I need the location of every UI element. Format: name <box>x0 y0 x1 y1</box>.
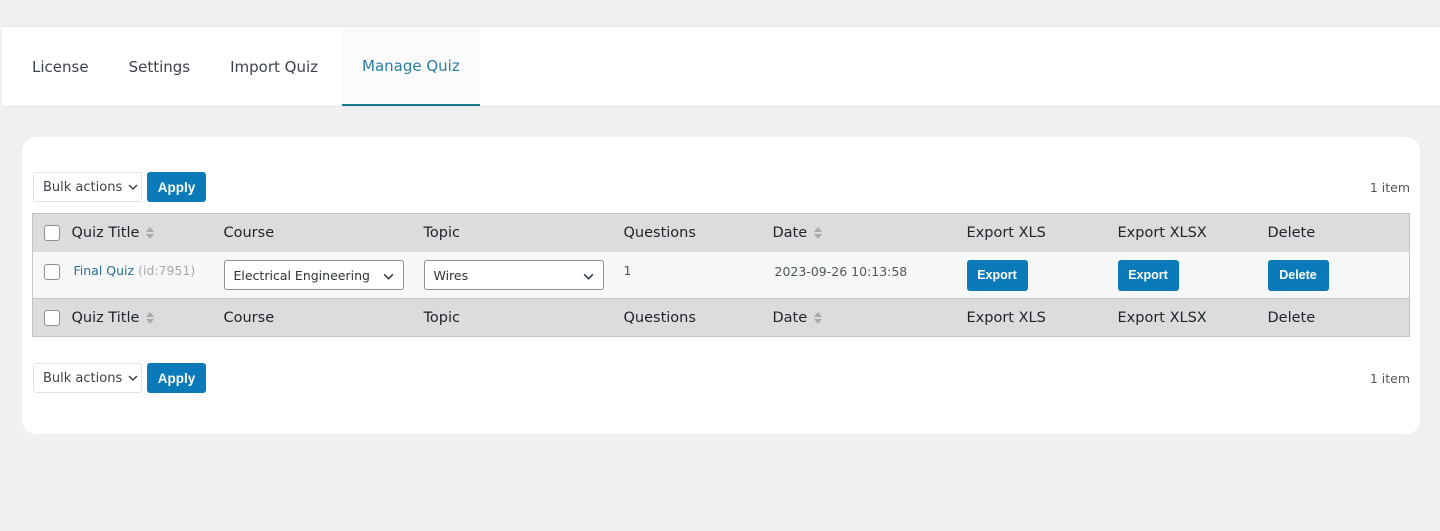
tab-settings[interactable]: Settings <box>109 27 211 106</box>
tab-license[interactable]: License <box>2 27 109 106</box>
export-xlsx-button[interactable]: Export <box>1117 259 1179 291</box>
export-xls-button[interactable]: Export <box>966 259 1028 291</box>
footer-column-course: Course <box>223 298 424 337</box>
column-questions: Questions <box>623 213 773 252</box>
column-delete: Delete <box>1267 213 1410 252</box>
select-all-checkbox[interactable] <box>44 224 60 241</box>
sort-icon <box>814 226 823 239</box>
item-count-top: 1 item <box>1369 179 1410 195</box>
column-label: Date <box>772 224 808 241</box>
bulk-actions-label: Bulk actions <box>43 370 123 386</box>
column-topic: Topic <box>423 213 624 252</box>
course-value: Electrical Engineering <box>233 267 370 283</box>
footer-column-questions: Questions <box>623 298 773 337</box>
footer-column-export-xlsx: Export XLSX <box>1117 298 1268 337</box>
column-quiz-title[interactable]: Quiz Title <box>71 213 224 252</box>
apply-button-top[interactable]: Apply <box>147 172 206 202</box>
quiz-title-link[interactable]: Final Quiz <box>74 263 135 278</box>
bottom-toolbar: Bulk actions Apply 1 item <box>33 363 1410 393</box>
delete-button[interactable]: Delete <box>1267 259 1329 291</box>
topic-value: Wires <box>433 267 469 283</box>
table-footer-row: Quiz Title Course Topic Questions Date E… <box>32 298 1410 337</box>
bulk-actions-select-top[interactable]: Bulk actions <box>33 172 142 202</box>
quiz-date: 2023-09-26 10:13:58 <box>772 251 967 299</box>
item-count-bottom: 1 item <box>1369 370 1410 386</box>
column-export-xlsx: Export XLSX <box>1117 213 1268 252</box>
footer-column-date[interactable]: Date <box>772 298 967 337</box>
column-course: Course <box>223 213 424 252</box>
sort-icon <box>146 311 155 324</box>
column-label: Quiz Title <box>71 224 140 241</box>
footer-column-quiz-title[interactable]: Quiz Title <box>71 298 224 337</box>
apply-button-bottom[interactable]: Apply <box>147 363 206 393</box>
footer-column-delete: Delete <box>1267 298 1410 337</box>
topic-select[interactable]: Wires <box>423 260 604 290</box>
sort-icon <box>814 311 823 324</box>
chevron-down-icon <box>583 273 593 280</box>
tab-import-quiz[interactable]: Import Quiz <box>210 27 338 106</box>
course-select[interactable]: Electrical Engineering <box>223 260 404 290</box>
column-label: Quiz Title <box>71 309 140 326</box>
sort-icon <box>146 226 155 239</box>
quiz-id: (id:7951) <box>138 263 196 278</box>
manage-quiz-panel: Bulk actions Apply 1 item Quiz Title Cou… <box>22 137 1420 434</box>
footer-column-topic: Topic <box>423 298 624 337</box>
chevron-down-icon <box>128 375 138 382</box>
questions-count: 1 <box>623 251 773 299</box>
footer-column-export-xls: Export XLS <box>966 298 1118 337</box>
bulk-actions-label: Bulk actions <box>43 179 123 195</box>
table-header-row: Quiz Title Course Topic Questions Date E… <box>32 213 1410 252</box>
bulk-actions-select-bottom[interactable]: Bulk actions <box>33 363 142 393</box>
tab-navigation: License Settings Import Quiz Manage Quiz <box>2 26 1440 107</box>
chevron-down-icon <box>128 184 138 191</box>
column-label: Date <box>772 309 808 326</box>
column-date[interactable]: Date <box>772 213 967 252</box>
row-checkbox[interactable] <box>44 263 60 280</box>
chevron-down-icon <box>383 273 393 280</box>
select-all-checkbox-bottom[interactable] <box>44 309 60 326</box>
top-toolbar: Bulk actions Apply 1 item <box>33 172 1410 202</box>
tab-manage-quiz[interactable]: Manage Quiz <box>342 27 480 106</box>
quiz-table: Quiz Title Course Topic Questions Date E… <box>32 213 1410 337</box>
column-export-xls: Export XLS <box>966 213 1118 252</box>
table-row: Final Quiz (id:7951) Electrical Engineer… <box>32 251 1410 299</box>
